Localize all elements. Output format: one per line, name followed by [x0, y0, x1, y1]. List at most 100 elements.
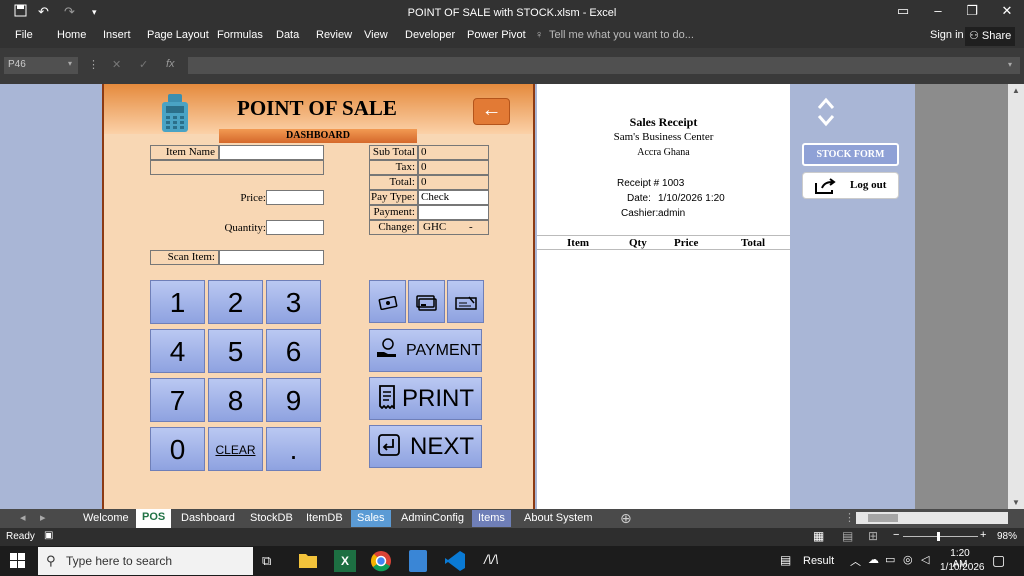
- next-button[interactable]: NEXT: [369, 425, 482, 468]
- tab-insert[interactable]: Insert: [103, 29, 131, 41]
- battery-icon[interactable]: ▭: [885, 553, 895, 566]
- print-button[interactable]: PRINT: [369, 377, 482, 420]
- sheet-tab-adminconfig[interactable]: AdminConfig: [395, 510, 470, 527]
- expand-formula-icon[interactable]: ▾: [1008, 60, 1012, 69]
- key-dot[interactable]: .: [266, 427, 321, 471]
- taskbar-search[interactable]: ⚲ Type here to search: [38, 547, 253, 575]
- key-5[interactable]: 5: [208, 329, 263, 373]
- chevron-up-icon[interactable]: ︿: [850, 553, 861, 569]
- tab-home[interactable]: Home: [57, 29, 86, 41]
- result-icon[interactable]: ▤: [780, 553, 791, 567]
- scroll-down-icon[interactable]: ▼: [1012, 498, 1020, 507]
- restore-button[interactable]: ❐: [962, 3, 982, 19]
- cancel-icon[interactable]: ✕: [112, 58, 121, 71]
- sign-in-link[interactable]: Sign in: [930, 29, 964, 41]
- windows-start-icon[interactable]: [10, 553, 25, 571]
- enter-icon[interactable]: ✓: [139, 58, 148, 71]
- page-layout-view-icon[interactable]: ▤: [842, 529, 853, 543]
- key-0[interactable]: 0: [150, 427, 205, 471]
- logout-button[interactable]: Log out: [802, 172, 899, 199]
- vertical-scrollbar[interactable]: ▲ ▼: [1008, 84, 1024, 509]
- back-button[interactable]: ←: [473, 98, 510, 125]
- payment-field[interactable]: [418, 205, 489, 220]
- sheet-tab-items[interactable]: Items: [472, 510, 511, 527]
- sheet-tab-sales[interactable]: Sales: [351, 510, 391, 527]
- normal-view-icon[interactable]: ▦: [813, 529, 824, 543]
- calculator-icon[interactable]: [409, 550, 427, 572]
- horizontal-scrollbar[interactable]: [856, 512, 1008, 524]
- sheet-tab-stockdb[interactable]: StockDB: [244, 510, 299, 527]
- tab-review[interactable]: Review: [316, 29, 352, 41]
- item-name-field[interactable]: [219, 145, 324, 160]
- clock-date[interactable]: 1/10/2026: [940, 562, 985, 573]
- pay-type-select[interactable]: Check: [418, 190, 489, 205]
- notification-icon[interactable]: ▢: [992, 552, 1005, 569]
- key-7[interactable]: 7: [150, 378, 205, 422]
- more-options-icon[interactable]: ⋮: [88, 58, 99, 71]
- scroll-thumb[interactable]: [868, 514, 898, 522]
- scroll-up-icon[interactable]: ▲: [1012, 86, 1020, 95]
- scan-item-field[interactable]: [219, 250, 324, 265]
- new-sheet-icon[interactable]: ⊕: [614, 510, 638, 527]
- close-button[interactable]: ✕: [997, 3, 1017, 19]
- zoom-slider-thumb[interactable]: [937, 532, 940, 541]
- check-pay-button[interactable]: [447, 280, 484, 323]
- namebox-dropdown-icon[interactable]: ▾: [68, 59, 72, 68]
- payment-button[interactable]: PAYMENT: [369, 329, 482, 372]
- result-label[interactable]: Result: [803, 555, 834, 567]
- zoom-slider[interactable]: [903, 532, 978, 541]
- share-button[interactable]: ⚇ Share: [965, 27, 1016, 46]
- zoom-in-icon[interactable]: +: [980, 529, 986, 541]
- tab-page-layout[interactable]: Page Layout: [147, 29, 209, 41]
- macro-record-icon[interactable]: ▣: [44, 530, 53, 541]
- sheet-tab-dashboard[interactable]: Dashboard: [175, 510, 241, 527]
- key-1[interactable]: 1: [150, 280, 205, 324]
- clear-button[interactable]: CLEAR: [208, 427, 263, 471]
- file-explorer-icon[interactable]: [298, 551, 318, 572]
- page-break-view-icon[interactable]: ⊞: [868, 529, 878, 543]
- zoom-level[interactable]: 98%: [997, 531, 1017, 542]
- key-8[interactable]: 8: [208, 378, 263, 422]
- lightbulb-icon: ♀: [535, 29, 544, 41]
- task-view-icon[interactable]: ⧉: [262, 553, 271, 569]
- tab-scroll-right-icon[interactable]: ▸: [34, 510, 52, 527]
- onedrive-icon[interactable]: ☁: [868, 553, 879, 566]
- vscode-icon[interactable]: [444, 550, 466, 575]
- quantity-field[interactable]: [266, 220, 324, 235]
- sheet-tab-pos[interactable]: POS: [136, 509, 172, 528]
- tab-developer[interactable]: Developer: [405, 29, 455, 41]
- name-box[interactable]: P46: [4, 57, 78, 74]
- tab-power-pivot[interactable]: Power Pivot: [467, 29, 526, 41]
- tab-scroll-left-icon[interactable]: ◂: [14, 510, 32, 527]
- key-6[interactable]: 6: [266, 329, 321, 373]
- tab-view[interactable]: View: [364, 29, 388, 41]
- tell-me-input[interactable]: Tell me what you want to do...: [549, 29, 694, 41]
- stock-form-button[interactable]: STOCK FORM: [802, 143, 899, 166]
- tax-label: Tax:: [369, 160, 418, 175]
- insert-function-icon[interactable]: fx: [166, 58, 175, 70]
- sheet-tab-itemdb[interactable]: ItemDB: [300, 510, 349, 527]
- tab-file[interactable]: File: [15, 29, 33, 41]
- key-2[interactable]: 2: [208, 280, 263, 324]
- zoom-out-icon[interactable]: −: [893, 529, 899, 541]
- cash-pay-button[interactable]: [369, 280, 406, 323]
- price-field[interactable]: [266, 190, 324, 205]
- network-icon[interactable]: ◎: [903, 553, 913, 566]
- excel-icon[interactable]: X: [334, 550, 356, 572]
- app-m-icon[interactable]: /\/\: [484, 552, 498, 567]
- key-9[interactable]: 9: [266, 378, 321, 422]
- ribbon-display-icon[interactable]: ▭: [893, 3, 913, 19]
- tab-data[interactable]: Data: [276, 29, 299, 41]
- sheet-tab-about-system[interactable]: About System: [518, 510, 598, 527]
- chrome-icon[interactable]: [370, 550, 392, 575]
- tab-formulas[interactable]: Formulas: [217, 29, 263, 41]
- up-down-arrows-icon[interactable]: [817, 96, 835, 131]
- key-4[interactable]: 4: [150, 329, 205, 373]
- sheet-tab-welcome[interactable]: Welcome: [77, 510, 135, 527]
- card-pay-button[interactable]: [408, 280, 445, 323]
- formula-input[interactable]: [188, 57, 1020, 74]
- volume-icon[interactable]: ◁: [921, 553, 929, 566]
- pos-terminal-icon: [162, 94, 188, 132]
- key-3[interactable]: 3: [266, 280, 321, 324]
- minimize-button[interactable]: –: [928, 3, 948, 18]
